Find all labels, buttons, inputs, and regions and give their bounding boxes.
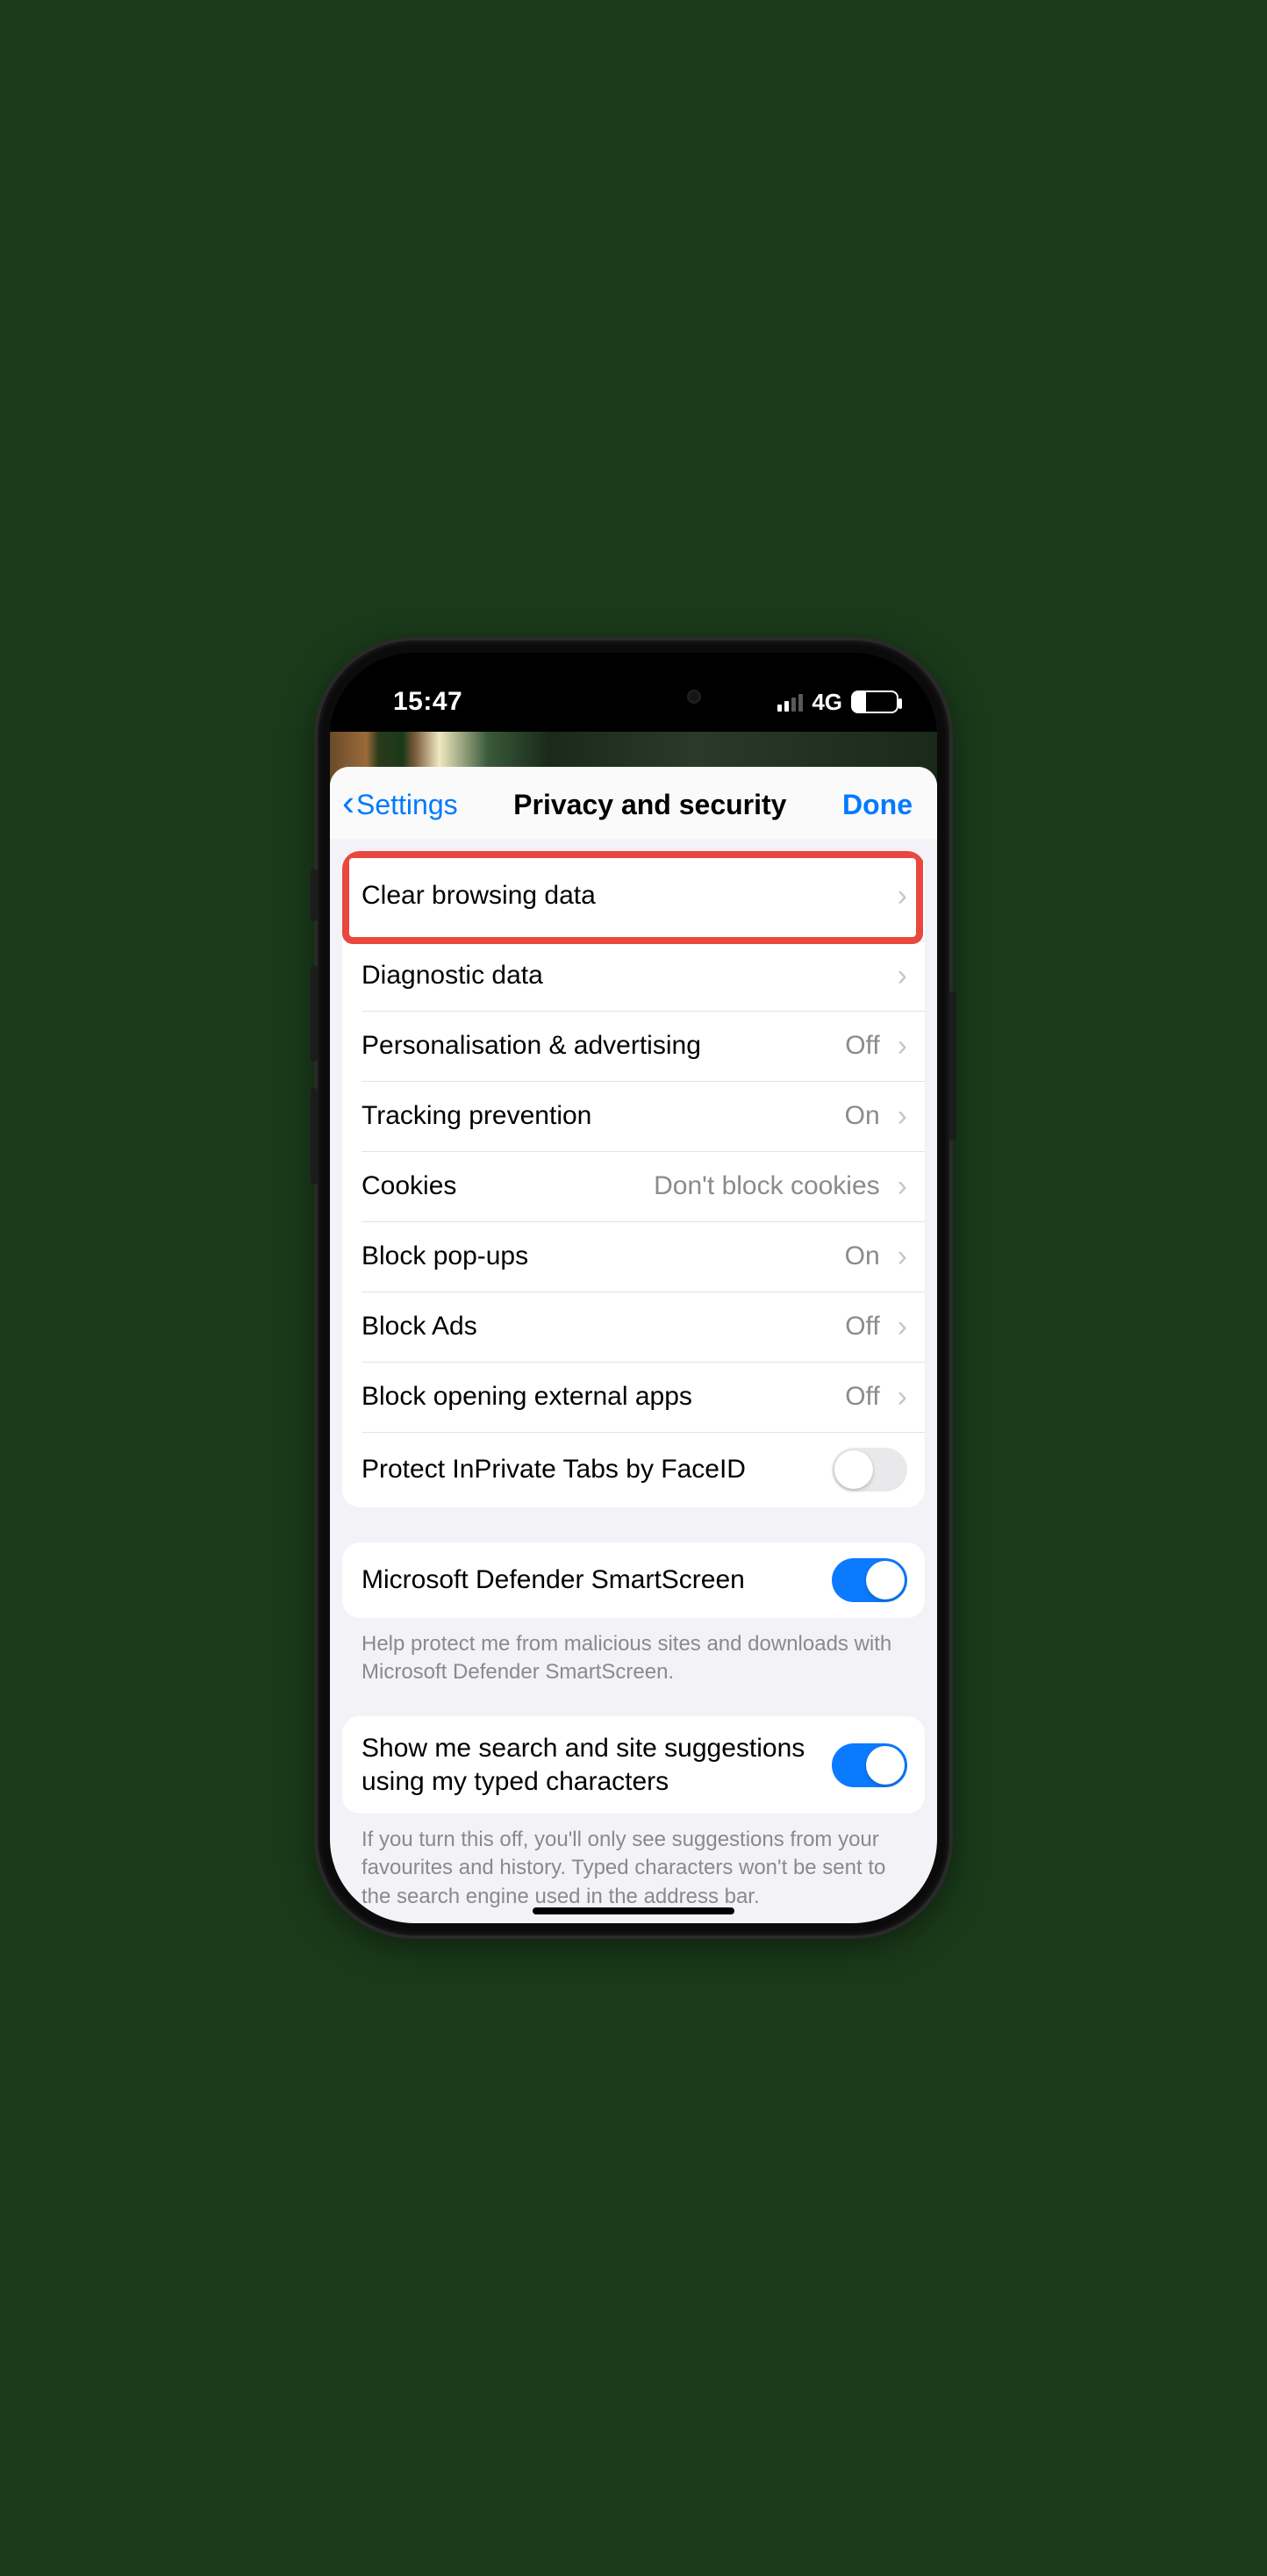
screen: 15:47 4G 30 ‹ Settings Privacy and secur… [330,653,937,1923]
settings-sheet: ‹ Settings Privacy and security Done Cle… [330,767,937,1923]
smartscreen-footnote: Help protect me from malicious sites and… [342,1618,925,1690]
row-label: Personalisation & advertising [361,1029,833,1063]
suggestions-group: Show me search and site suggestions usin… [342,1716,925,1814]
battery-icon: 30 [851,691,898,713]
row-detail: On [845,1241,880,1271]
chevron-right-icon: › [892,959,907,993]
nav-bar: ‹ Settings Privacy and security Done [330,767,937,839]
row-block-external-apps[interactable]: Block opening external apps Off › [342,1362,925,1432]
row-detail: Don't block cookies [654,1171,880,1201]
dynamic-island [550,674,717,719]
side-button-power [949,991,956,1141]
back-label: Settings [356,789,458,821]
phone-frame: 15:47 4G 30 ‹ Settings Privacy and secur… [318,640,949,1936]
side-button-vol-down [311,1088,318,1184]
row-clear-browsing-data[interactable]: Clear browsing data › [342,851,925,941]
back-button[interactable]: ‹ Settings [337,786,458,823]
row-personalisation-advertising[interactable]: Personalisation & advertising Off › [342,1011,925,1081]
row-smartscreen: Microsoft Defender SmartScreen [342,1542,925,1618]
row-label: Microsoft Defender SmartScreen [361,1563,820,1597]
row-label: Show me search and site suggestions usin… [361,1732,820,1798]
side-button-vol-up [311,965,318,1062]
row-label: Block pop-ups [361,1240,833,1273]
row-detail: Off [845,1312,879,1342]
row-label: Clear browsing data [361,879,880,912]
row-label: Tracking prevention [361,1099,833,1133]
switch-smartscreen[interactable] [832,1558,907,1602]
network-label: 4G [812,689,842,716]
row-label: Cookies [361,1170,641,1203]
chevron-right-icon: › [892,1170,907,1204]
row-label: Diagnostic data [361,959,880,992]
chevron-right-icon: › [892,879,907,913]
row-block-ads[interactable]: Block Ads Off › [342,1292,925,1362]
row-search-suggestions: Show me search and site suggestions usin… [342,1716,925,1814]
row-label: Block Ads [361,1310,833,1343]
row-protect-inprivate: Protect InPrivate Tabs by FaceID [342,1432,925,1507]
chevron-right-icon: › [892,1380,907,1414]
switch-protect-inprivate[interactable] [832,1448,907,1492]
chevron-right-icon: › [892,1240,907,1274]
status-time: 15:47 [393,687,462,717]
battery-percent: 30 [853,692,897,712]
page-title: Privacy and security [513,789,786,821]
chevron-right-icon: › [892,1310,907,1344]
chevron-right-icon: › [892,1029,907,1063]
chevron-right-icon: › [892,1099,907,1134]
signal-icon [777,692,803,712]
switch-search-suggestions[interactable] [832,1743,907,1787]
row-diagnostic-data[interactable]: Diagnostic data › [342,941,925,1011]
camera-icon [687,690,701,704]
row-label: Block opening external apps [361,1380,833,1413]
row-label: Protect InPrivate Tabs by FaceID [361,1453,820,1486]
row-detail: Off [845,1031,879,1061]
home-indicator[interactable] [533,1907,734,1914]
row-block-popups[interactable]: Block pop-ups On › [342,1221,925,1292]
done-button[interactable]: Done [842,789,918,821]
row-detail: Off [845,1382,879,1412]
suggestions-footnote: If you turn this off, you'll only see su… [342,1814,925,1914]
privacy-settings-group: Clear browsing data › Diagnostic data › … [342,851,925,1507]
chevron-left-icon: ‹ [342,784,354,821]
row-cookies[interactable]: Cookies Don't block cookies › [342,1151,925,1221]
row-detail: On [845,1101,880,1131]
row-tracking-prevention[interactable]: Tracking prevention On › [342,1081,925,1151]
side-button-silent [311,869,318,921]
smartscreen-group: Microsoft Defender SmartScreen [342,1542,925,1618]
